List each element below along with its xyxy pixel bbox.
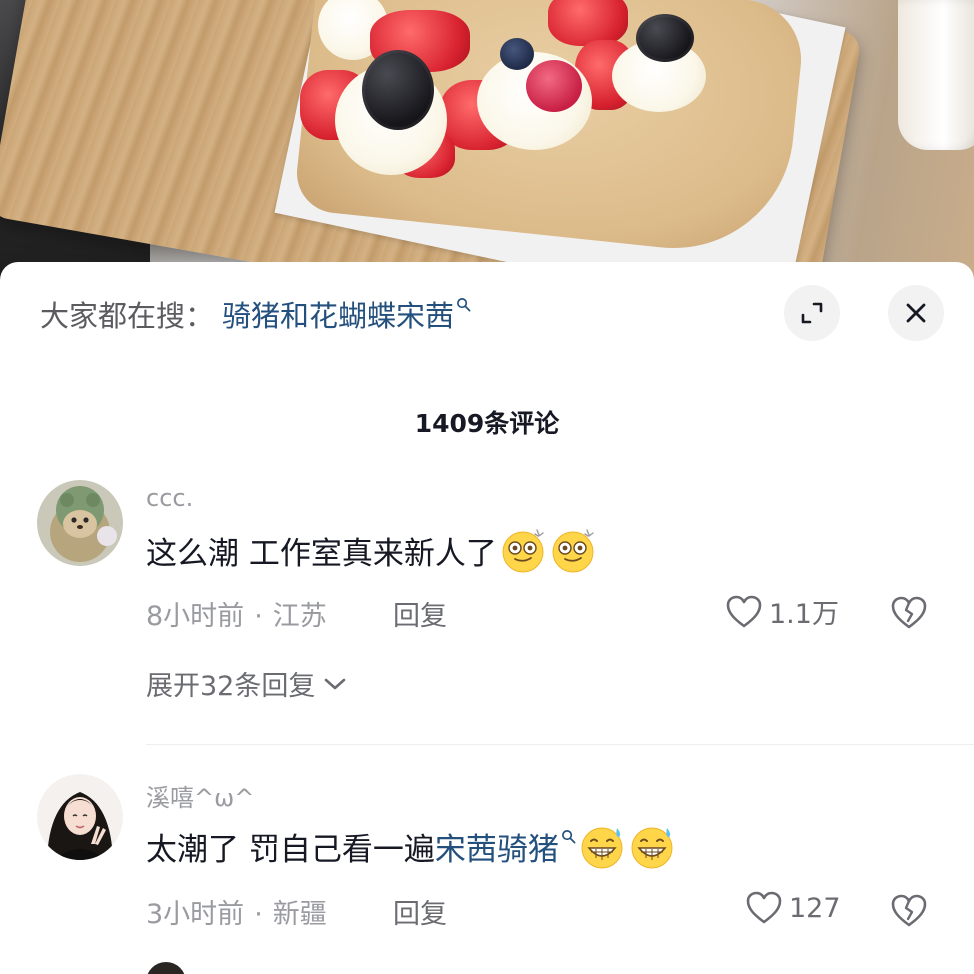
heart-outline-icon: [746, 891, 782, 924]
comment-username[interactable]: 溪嘻^ω^: [146, 778, 254, 813]
trending-search-bar[interactable]: 大家都在搜： 骑猪和花蝴蝶宋茜: [40, 294, 471, 334]
photo-strawberry: [548, 0, 628, 46]
like-button[interactable]: 127: [745, 890, 841, 926]
expand-replies-button[interactable]: 展开32条回复: [146, 664, 349, 703]
comment-text-body: 太潮了 罚自己看一遍: [146, 831, 435, 868]
broken-heart-icon: [891, 894, 927, 927]
avatar[interactable]: [37, 480, 123, 566]
dislike-button[interactable]: [889, 594, 929, 634]
comment-username[interactable]: ccc.: [146, 484, 193, 512]
trending-search-term[interactable]: 骑猪和花蝴蝶宋茜: [222, 293, 454, 335]
comment-location: 江苏: [272, 601, 327, 632]
trending-search-prefix: 大家都在搜：: [40, 299, 215, 333]
heart-outline-icon: [726, 595, 762, 627]
expand-icon: [801, 302, 823, 324]
dislike-button[interactable]: [889, 892, 929, 932]
comment-count: 1409条评论: [414, 409, 560, 438]
comment-time: 8小时前: [146, 601, 245, 632]
comment-time: 3小时前: [146, 899, 245, 930]
comment-text: 这么潮 工作室真来新人了: [146, 526, 597, 574]
chevron-down-icon: [325, 678, 346, 689]
dizzy-face-emoji: [502, 529, 544, 573]
photo-glass: [898, 0, 974, 150]
comment-location: 新疆: [272, 899, 327, 930]
photo-raspberry: [526, 60, 582, 112]
like-button[interactable]: 1.1万: [725, 592, 839, 631]
comment-sheet: 大家都在搜： 骑猪和花蝴蝶宋茜 1409条评论 ccc. 这么潮 工作室真来新人…: [0, 262, 974, 974]
next-comment-avatar[interactable]: [146, 962, 186, 974]
photo-blackberry: [362, 50, 434, 130]
like-count: 127: [789, 892, 841, 924]
comment-meta: 3小时前 · 新疆: [146, 892, 327, 931]
avatar[interactable]: [37, 774, 123, 860]
reply-button[interactable]: 回复: [393, 892, 447, 931]
video-frame-photo[interactable]: [0, 0, 974, 290]
search-icon: [457, 297, 471, 311]
broken-heart-icon: [891, 596, 927, 629]
dizzy-face-emoji: [552, 529, 594, 573]
meta-separator: ·: [254, 899, 263, 930]
grin-sweat-emoji: [581, 827, 623, 869]
comment-divider: [146, 744, 974, 745]
comment-text: 太潮了 罚自己看一遍 宋茜骑猪: [146, 822, 676, 870]
like-count: 1.1万: [769, 599, 839, 630]
photo-blackberry: [636, 14, 694, 62]
grin-sweat-emoji: [631, 827, 673, 869]
reply-button[interactable]: 回复: [393, 594, 447, 633]
photo-blueberry: [500, 38, 534, 70]
meta-separator: ·: [254, 601, 263, 632]
close-button[interactable]: [888, 285, 944, 341]
close-icon: [906, 303, 926, 323]
expand-button[interactable]: [784, 285, 840, 341]
comment-text-body: 这么潮 工作室真来新人了: [146, 535, 497, 572]
comment-meta: 8小时前 · 江苏: [146, 594, 327, 633]
comment-search-link[interactable]: 宋茜骑猪: [435, 824, 559, 869]
expand-replies-label: 展开32条回复: [146, 671, 316, 702]
search-icon: [561, 829, 576, 843]
